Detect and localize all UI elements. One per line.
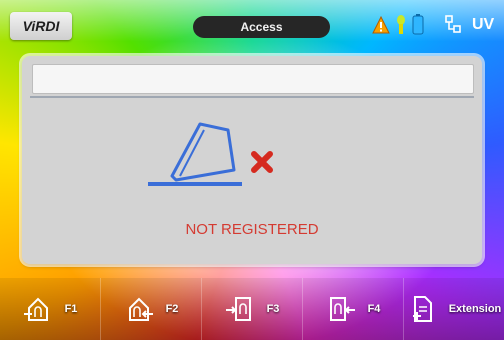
battery-icon xyxy=(412,14,424,35)
divider xyxy=(30,96,474,98)
function-key-f4[interactable]: F4 xyxy=(302,278,403,340)
function-key-f3[interactable]: F3 xyxy=(201,278,302,340)
brand-logo: ViRDI xyxy=(10,12,72,40)
extension-button-label: Extension xyxy=(448,303,502,315)
main-panel: NOT REGISTERED xyxy=(22,56,482,264)
network-icon xyxy=(445,15,461,33)
function-key-bar: F1 F2 F3 F4 Extension xyxy=(0,278,504,340)
id-input-field[interactable] xyxy=(32,64,474,94)
page-title-text: Access xyxy=(240,20,283,34)
uv-label: UV xyxy=(472,16,495,33)
fingerprint-out-icon xyxy=(128,297,153,321)
fingerprint-in-icon xyxy=(23,297,48,321)
door-out-icon xyxy=(329,297,355,321)
uv-icon: UV xyxy=(472,14,494,36)
page-title: Access xyxy=(193,16,330,38)
extension-icon xyxy=(412,296,432,322)
function-key-f1[interactable]: F1 xyxy=(0,278,100,340)
brand-logo-text: ViRDI xyxy=(22,18,60,34)
door-in-icon xyxy=(225,297,251,321)
function-key-f1-label: F1 xyxy=(64,303,78,315)
device-screen: ViRDI Access UV NOT REGISTERED F1 F2 F3 … xyxy=(0,0,504,340)
bulb-icon xyxy=(397,15,405,34)
function-key-f3-label: F3 xyxy=(266,303,280,315)
card-reader-icon xyxy=(148,122,242,186)
function-key-f2[interactable]: F2 xyxy=(100,278,201,340)
error-x-icon xyxy=(251,151,273,173)
top-bar: ViRDI Access UV xyxy=(0,0,504,46)
warning-icon xyxy=(372,15,390,34)
extension-button[interactable]: Extension xyxy=(403,278,504,340)
function-key-f4-label: F4 xyxy=(367,303,381,315)
function-key-f2-label: F2 xyxy=(165,303,179,315)
status-message: NOT REGISTERED xyxy=(185,221,319,238)
